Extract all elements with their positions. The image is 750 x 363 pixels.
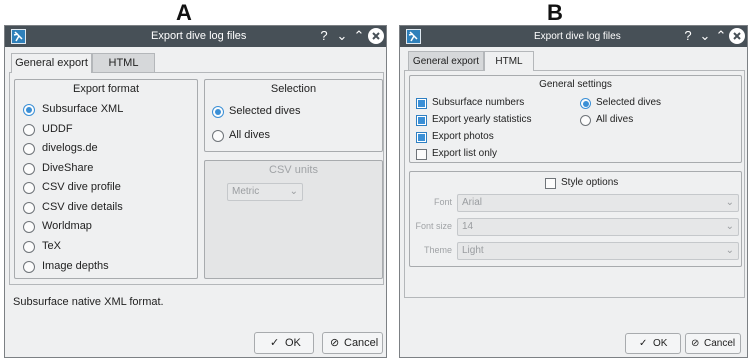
checkbox-label: Export yearly statistics bbox=[432, 114, 532, 125]
radio-label: UDDF bbox=[42, 123, 73, 135]
radio-uddf[interactable] bbox=[23, 124, 35, 136]
help-icon[interactable]: ? bbox=[316, 28, 332, 44]
radio-label: Selected dives bbox=[596, 97, 662, 108]
tab-html[interactable]: HTML bbox=[484, 51, 534, 71]
ok-button[interactable]: ✓ OK bbox=[625, 333, 681, 354]
close-icon[interactable] bbox=[729, 28, 745, 44]
radio-diveshare[interactable] bbox=[23, 163, 35, 175]
ok-button[interactable]: ✓ OK bbox=[254, 332, 314, 354]
radio-label: TeX bbox=[42, 240, 61, 252]
checkbox-subsurface-numbers[interactable] bbox=[416, 98, 427, 109]
cancel-button[interactable]: ⊘ Cancel bbox=[322, 332, 383, 354]
radio-all-dives[interactable] bbox=[212, 130, 224, 142]
chevron-down-icon: ⌄ bbox=[725, 245, 734, 256]
ok-label: OK bbox=[285, 337, 301, 349]
export-format-group: Export format Subsurface XML UDDF divelo… bbox=[14, 79, 198, 279]
selection-title: Selection bbox=[270, 83, 317, 95]
radio-label: All dives bbox=[229, 129, 270, 141]
radio-label: Subsurface XML bbox=[42, 103, 124, 115]
cancel-label: Cancel bbox=[344, 337, 379, 349]
theme-label: Theme bbox=[423, 245, 452, 255]
font-label: Font bbox=[433, 197, 452, 207]
minimize-icon[interactable]: ⌄ bbox=[697, 28, 713, 44]
export-dialog-a: Export dive log files ? ⌄ ⌃ General expo… bbox=[4, 25, 387, 358]
cancel-button[interactable]: ⊘ Cancel bbox=[685, 333, 741, 354]
radio-worldmap[interactable] bbox=[23, 221, 35, 233]
checkbox-label: Export list only bbox=[432, 148, 498, 159]
font-size-label: Font size bbox=[415, 221, 452, 231]
radio-image-depths[interactable] bbox=[23, 261, 35, 273]
checkbox-export-list-only[interactable] bbox=[416, 149, 427, 160]
cancel-icon: ⊘ bbox=[330, 337, 340, 349]
theme-value: Light bbox=[462, 245, 484, 256]
checkbox-yearly-statistics[interactable] bbox=[416, 115, 427, 126]
font-size-value: 14 bbox=[462, 221, 474, 232]
general-settings-group: General settings Subsurface numbers Expo… bbox=[409, 75, 742, 163]
html-pane: General settings Subsurface numbers Expo… bbox=[404, 70, 745, 298]
chevron-down-icon: ⌄ bbox=[725, 221, 734, 232]
tab-general-export[interactable]: General export bbox=[408, 51, 484, 70]
font-select[interactable]: Arial ⌄ bbox=[457, 194, 739, 212]
csv-units-value: Metric bbox=[232, 186, 260, 197]
csv-units-title: CSV units bbox=[269, 164, 318, 176]
radio-label: CSV dive profile bbox=[42, 181, 121, 193]
radio-label: divelogs.de bbox=[42, 142, 98, 154]
radio-label: Selected dives bbox=[229, 105, 301, 117]
radio-subsurface-xml[interactable] bbox=[23, 104, 35, 116]
panel-label-b: B bbox=[547, 0, 563, 25]
radio-label: CSV dive details bbox=[42, 201, 123, 213]
export-format-title: Export format bbox=[72, 83, 140, 95]
general-export-pane: Export format Subsurface XML UDDF divelo… bbox=[9, 72, 384, 285]
checkbox-label: Subsurface numbers bbox=[432, 97, 525, 108]
titlebar: Export dive log files ? ⌄ ⌃ bbox=[5, 26, 386, 47]
csv-units-select[interactable]: Metric ⌄ bbox=[227, 183, 303, 201]
subsurface-app-icon bbox=[11, 29, 26, 44]
check-icon: ✓ bbox=[639, 338, 648, 349]
checkbox-export-photos[interactable] bbox=[416, 132, 427, 143]
font-value: Arial bbox=[462, 197, 483, 208]
check-icon: ✓ bbox=[270, 337, 280, 349]
radio-label: Worldmap bbox=[42, 220, 92, 232]
selection-group: Selection Selected dives All dives bbox=[204, 79, 383, 152]
minimize-icon[interactable]: ⌄ bbox=[334, 28, 350, 44]
maximize-icon[interactable]: ⌃ bbox=[713, 28, 729, 44]
radio-divelogs[interactable] bbox=[23, 143, 35, 155]
subsurface-app-icon bbox=[406, 29, 421, 44]
radio-csv-dive-details[interactable] bbox=[23, 202, 35, 214]
cancel-label: Cancel bbox=[704, 338, 736, 349]
chevron-down-icon: ⌄ bbox=[289, 186, 298, 197]
titlebar: Export dive log files ? ⌄ ⌃ bbox=[400, 26, 747, 47]
tab-general-export[interactable]: General export bbox=[11, 53, 92, 73]
checkbox-label: Export photos bbox=[432, 131, 494, 142]
radio-label: DiveShare bbox=[42, 162, 94, 174]
window-title: Export dive log files bbox=[534, 31, 621, 42]
style-options-group: Style options Font Arial ⌄ Font size 14 … bbox=[409, 171, 742, 267]
csv-units-group: CSV units Metric ⌄ bbox=[204, 160, 383, 279]
radio-label: All dives bbox=[596, 114, 634, 125]
radio-selected-dives[interactable] bbox=[580, 98, 591, 109]
radio-label: Image depths bbox=[42, 260, 109, 272]
ok-label: OK bbox=[653, 338, 668, 349]
font-size-select[interactable]: 14 ⌄ bbox=[457, 218, 739, 236]
help-icon[interactable]: ? bbox=[680, 28, 696, 44]
maximize-icon[interactable]: ⌃ bbox=[351, 28, 367, 44]
style-options-label: Style options bbox=[561, 177, 619, 188]
radio-csv-dive-profile[interactable] bbox=[23, 182, 35, 194]
window-title: Export dive log files bbox=[151, 30, 247, 42]
export-dialog-b: Export dive log files ? ⌄ ⌃ General expo… bbox=[399, 25, 748, 358]
cancel-icon: ⊘ bbox=[691, 338, 700, 349]
close-icon[interactable] bbox=[368, 28, 384, 44]
theme-select[interactable]: Light ⌄ bbox=[457, 242, 739, 260]
format-description: Subsurface native XML format. bbox=[13, 296, 164, 308]
radio-all-dives[interactable] bbox=[580, 115, 591, 126]
radio-selected-dives[interactable] bbox=[212, 106, 224, 118]
chevron-down-icon: ⌄ bbox=[725, 197, 734, 208]
panel-label-a: A bbox=[176, 0, 192, 25]
general-settings-title: General settings bbox=[539, 79, 612, 90]
tab-html[interactable]: HTML bbox=[92, 53, 155, 72]
radio-tex[interactable] bbox=[23, 241, 35, 253]
checkbox-style-options[interactable] bbox=[545, 178, 556, 189]
